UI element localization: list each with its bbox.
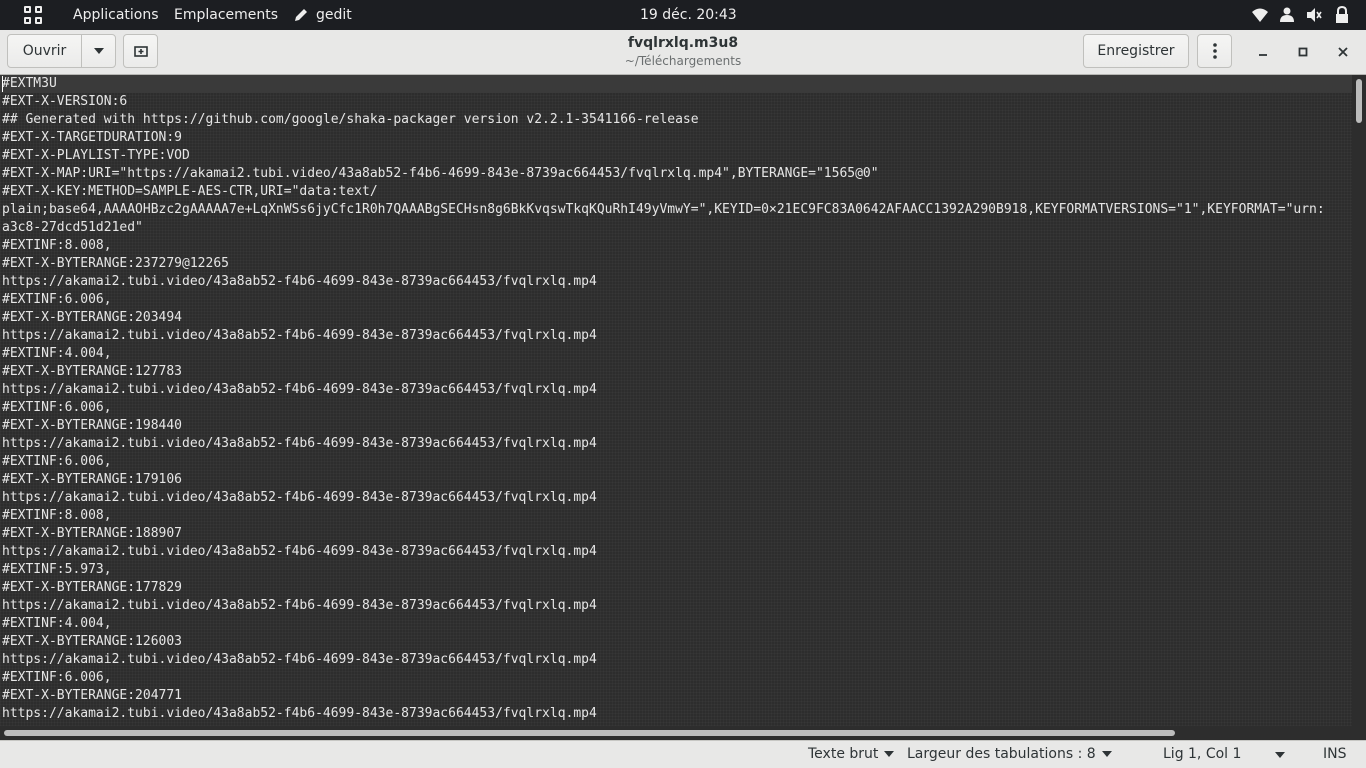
vertical-scrollbar[interactable] (1352, 75, 1366, 726)
user-icon[interactable] (1278, 6, 1296, 24)
kebab-menu-icon (1212, 43, 1217, 59)
close-icon (1338, 47, 1348, 57)
text-editor[interactable]: #EXTM3U #EXT-X-VERSION:6 ## Generated with… (0, 75, 1352, 726)
editor-line[interactable]: #EXT-X-TARGETDURATION:9 (2, 129, 1325, 147)
chevron-down-icon (884, 751, 895, 757)
language-selector[interactable]: Texte brut (808, 741, 895, 768)
editor-line[interactable]: #EXT-X-BYTERANGE:126003 (2, 633, 1325, 651)
editor-line[interactable]: https://akamai2.tubi.video/43a8ab52-f4b6… (2, 327, 1325, 345)
maximize-icon (1298, 47, 1308, 57)
editor-line[interactable]: https://akamai2.tubi.video/43a8ab52-f4b6… (2, 489, 1325, 507)
pencil-icon (295, 9, 307, 21)
editor-line[interactable]: #EXT-X-BYTERANGE:237279@12265 (2, 255, 1325, 273)
editor-line[interactable]: #EXTINF:6.006, (2, 453, 1325, 471)
editor-line[interactable]: #EXTINF:8.008, (2, 237, 1325, 255)
vertical-scrollbar-thumb[interactable] (1356, 79, 1362, 123)
editor-line[interactable]: #EXT-X-BYTERANGE:204771 (2, 687, 1325, 705)
chevron-down-icon (1101, 751, 1112, 757)
text-cursor (2, 76, 3, 92)
open-button[interactable]: Ouvrir (7, 34, 82, 68)
maximize-button[interactable] (1293, 42, 1313, 62)
header-bar: Ouvrir fvqlrxlq.m3u8 ~/Téléchargements E… (0, 30, 1366, 75)
tab-width-label: Largeur des tabulations : 8 (907, 746, 1096, 762)
editor-line[interactable]: #EXTINF:5.973, (2, 561, 1325, 579)
editor-line[interactable]: https://akamai2.tubi.video/43a8ab52-f4b6… (2, 705, 1325, 723)
open-recent-dropdown[interactable] (81, 34, 116, 68)
editor-line[interactable]: #EXTINF:6.006, (2, 669, 1325, 687)
window-subtitle: ~/Téléchargements (624, 54, 742, 68)
close-button[interactable] (1333, 42, 1353, 62)
editor-line[interactable]: #EXTINF:4.004, (2, 615, 1325, 633)
editor-line[interactable]: #EXT-X-BYTERANGE:198440 (2, 417, 1325, 435)
minimize-icon (1259, 54, 1267, 56)
editor-line[interactable]: #EXT-X-BYTERANGE:203494 (2, 309, 1325, 327)
editor-line[interactable]: #EXTINF:6.006, (2, 291, 1325, 309)
chevron-down-icon (93, 48, 104, 54)
editor-line[interactable]: https://akamai2.tubi.video/43a8ab52-f4b6… (2, 597, 1325, 615)
editor-line[interactable]: https://akamai2.tubi.video/43a8ab52-f4b6… (2, 651, 1325, 669)
editor-line[interactable]: #EXT-X-KEY:METHOD=SAMPLE-AES-CTR,URI="da… (2, 183, 1325, 201)
editor-line[interactable]: #EXT-X-VERSION:6 (2, 93, 1325, 111)
lock-icon[interactable] (1333, 6, 1351, 24)
window-title: fvqlrxlq.m3u8 (627, 35, 739, 51)
editor-line[interactable]: #EXT-X-BYTERANGE:179106 (2, 471, 1325, 489)
editor-line[interactable]: #EXT-X-BYTERANGE:177829 (2, 579, 1325, 597)
status-bar: Texte brut Largeur des tabulations : 8 L… (0, 740, 1366, 768)
editor-line[interactable]: a3c8-27dcd51d21ed" (2, 219, 1325, 237)
editor-line[interactable]: #EXT-X-BYTERANGE:127783 (2, 363, 1325, 381)
app-menu-gedit[interactable]: gedit (316, 0, 352, 30)
horizontal-scrollbar-thumb[interactable] (4, 730, 1175, 736)
save-button[interactable]: Enregistrer (1083, 34, 1189, 68)
editor-lines[interactable]: #EXTM3U #EXT-X-VERSION:6 ## Generated with… (2, 75, 1325, 723)
applications-menu[interactable]: Applications (73, 0, 159, 30)
editor-line[interactable]: https://akamai2.tubi.video/43a8ab52-f4b6… (2, 435, 1325, 453)
top-panel: Applications Emplacements gedit 19 déc. … (0, 0, 1366, 30)
editor-line[interactable]: #EXT-X-PLAYLIST-TYPE:VOD (2, 147, 1325, 165)
volume-muted-icon[interactable] (1305, 6, 1323, 24)
chevron-down-icon (1275, 752, 1285, 758)
editor-line[interactable]: #EXTINF:4.004, (2, 345, 1325, 363)
wifi-icon[interactable] (1251, 6, 1269, 24)
editor-line[interactable]: #EXT-X-MAP:URI="https://akamai2.tubi.vid… (2, 165, 1325, 183)
clock[interactable]: 19 déc. 20:43 (640, 0, 737, 30)
places-menu[interactable]: Emplacements (174, 0, 278, 30)
editor-line[interactable]: #EXT-X-BYTERANGE:188907 (2, 525, 1325, 543)
editor-line[interactable]: https://akamai2.tubi.video/43a8ab52-f4b6… (2, 543, 1325, 561)
apps-grid-icon[interactable] (24, 6, 42, 24)
new-document-button[interactable] (123, 34, 158, 68)
menu-button[interactable] (1197, 34, 1232, 68)
editor-line[interactable]: #EXTINF:6.006, (2, 399, 1325, 417)
minimize-button[interactable] (1253, 42, 1273, 62)
cursor-position-label: Lig 1, Col 1 (1163, 746, 1242, 762)
editor-line[interactable]: #EXTINF:8.008, (2, 507, 1325, 525)
horizontal-scrollbar[interactable] (0, 726, 1366, 740)
new-document-icon (133, 46, 148, 57)
insert-mode-indicator[interactable]: INS (1323, 741, 1347, 768)
editor-line[interactable]: #EXTM3U (2, 75, 1325, 93)
language-label: Texte brut (808, 746, 879, 762)
editor-line[interactable]: plain;base64,AAAAOHBzc2gAAAAA7e+LqXnWSs6… (2, 201, 1325, 219)
cursor-position-selector[interactable]: Lig 1, Col 1 (1163, 741, 1291, 768)
tab-width-selector[interactable]: Largeur des tabulations : 8 (907, 741, 1112, 768)
editor-line[interactable]: ## Generated with https://github.com/goo… (2, 111, 1325, 129)
editor-line[interactable]: https://akamai2.tubi.video/43a8ab52-f4b6… (2, 381, 1325, 399)
editor-line[interactable]: https://akamai2.tubi.video/43a8ab52-f4b6… (2, 273, 1325, 291)
